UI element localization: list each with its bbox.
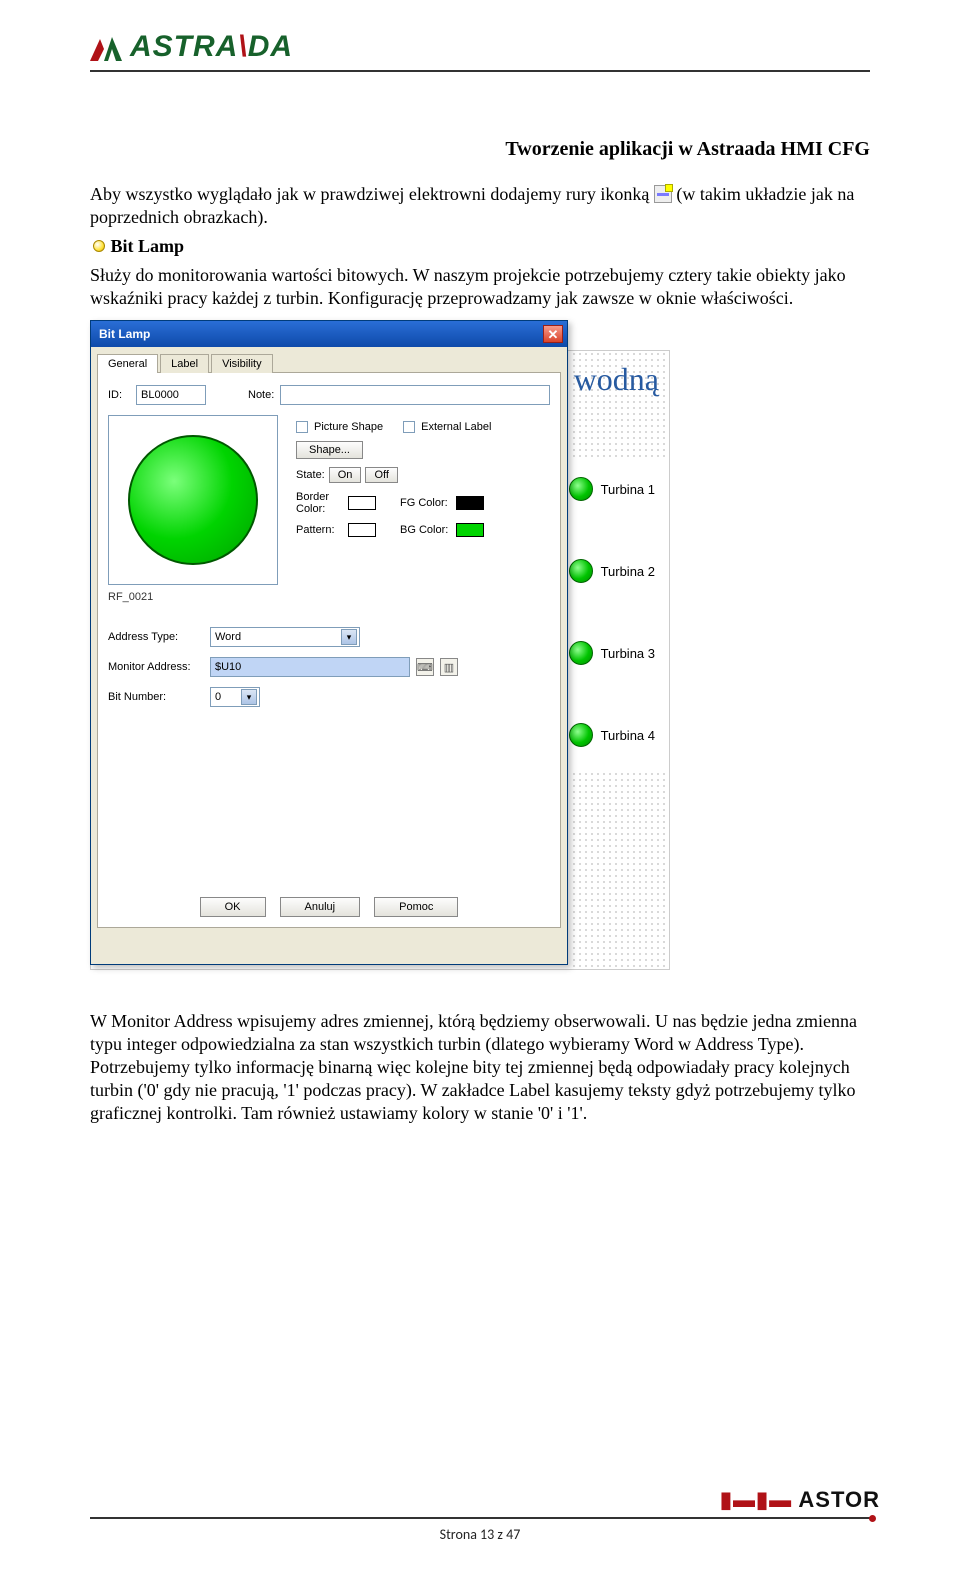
footer-dot-icon (869, 1515, 876, 1522)
state-off-button[interactable]: Off (365, 467, 397, 483)
page-number: Strona 13 z 47 (0, 1526, 960, 1543)
bit-number-label: Bit Number: (108, 691, 204, 703)
bit-number-value: 0 (215, 691, 221, 703)
paragraph-2: Służy do monitorowania wartości bitowych… (90, 264, 870, 310)
cancel-button[interactable]: Anuluj (280, 897, 361, 917)
lamp-icon (569, 559, 593, 583)
turbine-label: Turbina 1 (601, 482, 655, 497)
paragraph-3: W Monitor Address wpisujemy adres zmienn… (90, 1010, 870, 1125)
footer-separator (90, 1517, 870, 1519)
dialog-titlebar[interactable]: Bit Lamp ✕ (91, 321, 567, 347)
state-on-button[interactable]: On (329, 467, 362, 483)
state-label: State: (296, 469, 325, 481)
address-type-label: Address Type: (108, 631, 204, 643)
monitor-address-label: Monitor Address: (108, 661, 204, 673)
preview-caption: RF_0021 (108, 591, 278, 603)
section-title: Bit Lamp (111, 236, 185, 256)
brand-logo: ASTRA\DA (90, 30, 870, 64)
pattern-swatch[interactable] (348, 523, 376, 537)
fg-color-label: FG Color: (400, 497, 448, 509)
header-separator (90, 70, 870, 72)
pipe-tool-icon (654, 185, 672, 203)
embedded-screenshot: wodną Turbina 1 Turbina 2 Turbina 3 Turb… (90, 320, 670, 980)
chevron-down-icon: ▾ (241, 689, 257, 705)
id-input[interactable] (136, 385, 206, 405)
close-icon[interactable]: ✕ (543, 325, 563, 343)
address-type-value: Word (215, 631, 241, 643)
lamp-icon (569, 723, 593, 747)
turbine-label: Turbina 4 (601, 728, 655, 743)
bit-number-select[interactable]: 0 ▾ (210, 687, 260, 707)
external-label-checkbox[interactable] (403, 421, 415, 433)
bg-color-label: BG Color: (400, 524, 448, 536)
tab-label[interactable]: Label (160, 354, 209, 373)
picture-shape-label: Picture Shape (314, 421, 383, 433)
id-label: ID: (108, 389, 130, 401)
shape-preview (108, 415, 278, 585)
help-button[interactable]: Pomoc (374, 897, 458, 917)
ok-button[interactable]: OK (200, 897, 266, 917)
page-header: ASTRA\DA (90, 30, 870, 120)
chevron-down-icon: ▾ (341, 629, 357, 645)
logo-text: ASTRA\DA (130, 30, 293, 64)
pattern-label: Pattern: (296, 524, 340, 536)
footer-brand: ▮▬▮▬ ASTOR (720, 1487, 880, 1513)
address-type-select[interactable]: Word ▾ (210, 627, 360, 647)
dialog-body: ID: Note: RF_0021 (97, 373, 561, 928)
dialog-title-text: Bit Lamp (99, 327, 150, 341)
note-input[interactable] (280, 385, 550, 405)
turbine-indicator-2: Turbina 2 (569, 559, 655, 583)
lamp-preview-icon (128, 435, 258, 565)
turbine-indicator-1: Turbina 1 (569, 477, 655, 501)
canvas-title-fragment: wodną (574, 361, 659, 398)
picture-shape-checkbox[interactable] (296, 421, 308, 433)
border-color-label: Border Color: (296, 491, 340, 515)
keypad-icon[interactable]: ⌨ (416, 658, 434, 676)
bulb-icon (90, 239, 106, 255)
shape-button[interactable]: Shape... (296, 441, 363, 459)
bg-color-swatch[interactable] (456, 523, 484, 537)
turbine-label: Turbina 2 (601, 564, 655, 579)
dialog-tabs: General Label Visibility (97, 353, 561, 373)
turbine-label: Turbina 3 (601, 646, 655, 661)
tab-general[interactable]: General (97, 354, 158, 373)
browse-icon[interactable]: ▥ (440, 658, 458, 676)
bit-lamp-dialog: Bit Lamp ✕ General Label Visibility ID: … (90, 320, 568, 965)
border-color-swatch[interactable] (348, 496, 376, 510)
tab-visibility[interactable]: Visibility (211, 354, 273, 373)
logo-icon (90, 33, 122, 61)
lamp-icon (569, 641, 593, 665)
body-copy: Aby wszystko wyglądało jak w prawdziwej … (90, 183, 870, 310)
fg-color-swatch[interactable] (456, 496, 484, 510)
document-subtitle: Tworzenie aplikacji w Astraada HMI CFG (90, 138, 870, 161)
paragraph-1-a: Aby wszystko wyglądało jak w prawdziwej … (90, 184, 654, 204)
turbine-indicator-3: Turbina 3 (569, 641, 655, 665)
lamp-icon (569, 477, 593, 501)
turbine-indicator-4: Turbina 4 (569, 723, 655, 747)
external-label-label: External Label (421, 421, 491, 433)
note-label: Note: (248, 389, 274, 401)
monitor-address-input[interactable] (210, 657, 410, 677)
